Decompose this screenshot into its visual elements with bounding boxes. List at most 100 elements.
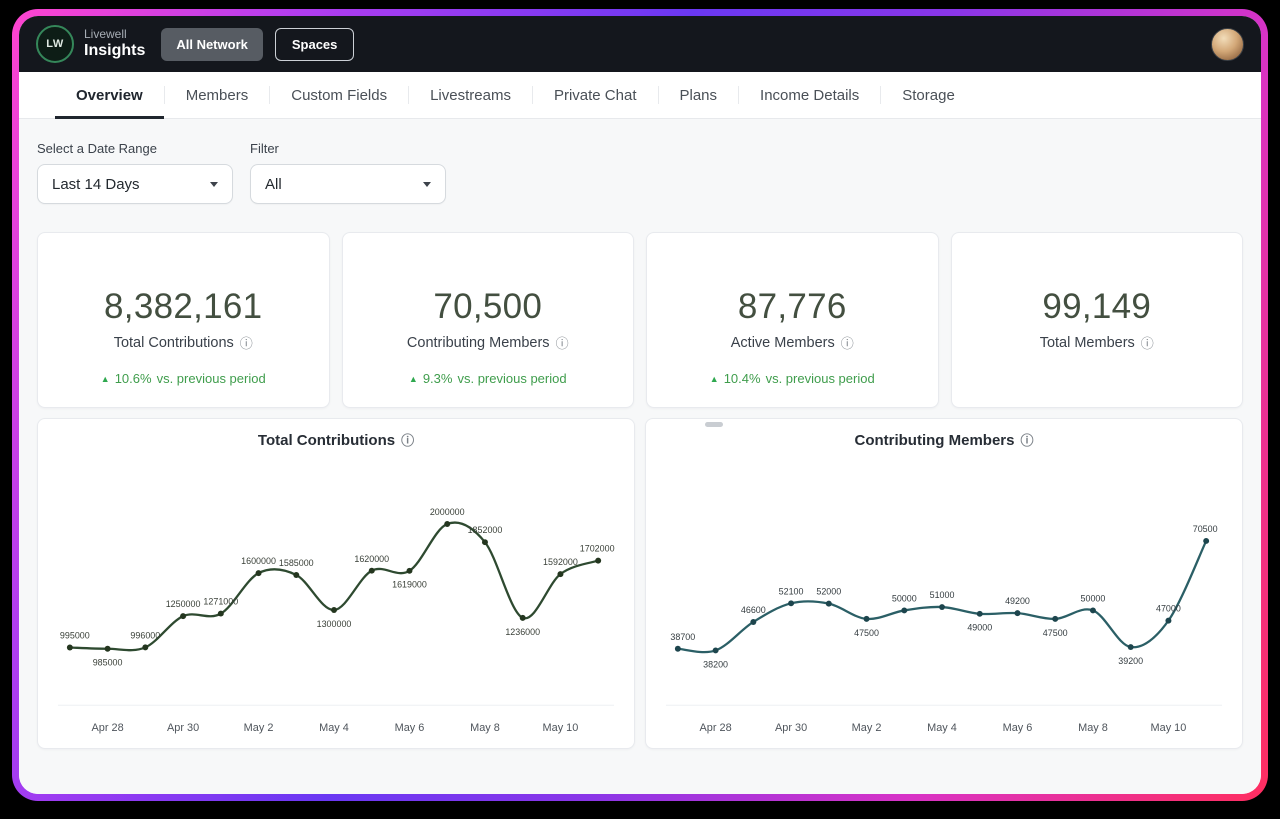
all-network-button[interactable]: All Network — [161, 27, 263, 61]
up-arrow-icon: ▲ — [709, 373, 719, 384]
info-icon[interactable]: ⓘ — [841, 337, 854, 350]
svg-text:2000000: 2000000 — [430, 507, 465, 517]
svg-text:May 4: May 4 — [319, 722, 349, 734]
svg-text:May 4: May 4 — [927, 722, 957, 734]
svg-text:1271000: 1271000 — [203, 597, 238, 607]
svg-text:May 2: May 2 — [244, 722, 274, 734]
chart-title: Contributing Members — [854, 432, 1015, 449]
svg-text:70500: 70500 — [1193, 524, 1218, 534]
svg-text:51000: 51000 — [930, 590, 955, 600]
line-chart-total-contributions: 995000 985000 996000 1250000 1271000 1600000 1… — [57, 507, 615, 734]
info-icon[interactable]: ⓘ — [1141, 337, 1154, 350]
svg-text:May 8: May 8 — [1078, 722, 1108, 734]
stat-change: ▲ 10.6% vs. previous period — [101, 371, 266, 386]
svg-text:50000: 50000 — [892, 594, 917, 604]
stat-value: 8,382,161 — [104, 287, 263, 326]
brand-name: Livewell — [84, 26, 127, 41]
svg-text:1236000: 1236000 — [505, 627, 540, 637]
svg-text:39200: 39200 — [1118, 656, 1143, 666]
charts-row: Total Contributions ⓘ 995000 985000 996000… — [37, 418, 1243, 749]
date-range-value: Last 14 Days — [52, 175, 140, 193]
svg-text:985000: 985000 — [93, 658, 123, 668]
stat-change-pct: 10.4% — [723, 371, 761, 386]
scrollbar-thumb[interactable] — [705, 422, 723, 427]
svg-text:May 10: May 10 — [1151, 722, 1187, 734]
date-range-group: Select a Date Range Last 14 Days — [37, 141, 233, 204]
chevron-down-icon — [210, 181, 218, 187]
svg-text:995000: 995000 — [60, 631, 90, 641]
brand: Livewell Insights — [84, 26, 146, 60]
info-icon[interactable]: ⓘ — [1020, 434, 1033, 447]
svg-text:Apr 28: Apr 28 — [700, 722, 732, 734]
svg-text:1600000: 1600000 — [241, 556, 276, 566]
info-icon[interactable]: ⓘ — [240, 337, 253, 350]
svg-text:38700: 38700 — [670, 632, 695, 642]
stat-value: 99,149 — [1042, 287, 1152, 326]
tab-income-details[interactable]: Income Details — [739, 72, 880, 118]
svg-text:49200: 49200 — [1005, 596, 1030, 606]
stat-change-pct: 10.6% — [114, 371, 152, 386]
brand-logo-icon: LW — [36, 25, 74, 63]
stat-label: Contributing Members — [406, 335, 550, 351]
window-frame: LW Livewell Insights All Network Spaces … — [12, 9, 1268, 801]
info-icon[interactable]: ⓘ — [556, 337, 569, 350]
svg-text:Apr 30: Apr 30 — [775, 722, 807, 734]
tab-livestreams[interactable]: Livestreams — [409, 72, 532, 118]
stat-card-total-contributions: 8,382,161 Total Contributions ⓘ ▲ 10.6% … — [37, 232, 330, 408]
avatar[interactable] — [1211, 27, 1244, 61]
svg-text:47500: 47500 — [854, 628, 879, 638]
up-arrow-icon: ▲ — [100, 373, 110, 384]
svg-text:1300000: 1300000 — [317, 619, 352, 629]
svg-text:46600: 46600 — [741, 605, 766, 615]
svg-text:1620000: 1620000 — [354, 554, 389, 564]
stat-change: ▲ 9.3% vs. previous period — [409, 371, 567, 386]
tab-private-chat[interactable]: Private Chat — [533, 72, 658, 118]
tab-custom-fields[interactable]: Custom Fields — [270, 72, 408, 118]
line-chart-contributing-members: 38700 38200 46600 52100 52000 47500 50000 51000… — [665, 524, 1223, 734]
stat-value: 87,776 — [737, 287, 847, 326]
tab-bar: Overview Members Custom Fields Livestrea… — [19, 72, 1261, 119]
tab-overview[interactable]: Overview — [55, 72, 164, 119]
main-content: Select a Date Range Last 14 Days Filter … — [19, 119, 1261, 794]
svg-text:May 2: May 2 — [852, 722, 882, 734]
svg-text:1619000: 1619000 — [392, 580, 427, 590]
filter-group: Filter All — [250, 141, 446, 204]
stat-card-contributing-members: 70,500 Contributing Members ⓘ ▲ 9.3% vs.… — [341, 232, 634, 408]
filter-select[interactable]: All — [250, 164, 446, 204]
svg-text:1592000: 1592000 — [543, 557, 578, 567]
stat-label: Active Members — [730, 335, 835, 351]
svg-text:996000: 996000 — [130, 630, 160, 640]
svg-text:38200: 38200 — [703, 659, 728, 669]
tab-members[interactable]: Members — [165, 72, 270, 118]
stat-label: Total Contributions — [113, 335, 234, 351]
filter-value: All — [265, 175, 282, 193]
stat-card-active-members: 87,776 Active Members ⓘ ▲ 10.4% vs. prev… — [646, 232, 939, 408]
svg-text:47000: 47000 — [1156, 604, 1181, 614]
stat-change: ▲ 10.4% vs. previous period — [710, 371, 875, 386]
svg-text:May 8: May 8 — [470, 722, 500, 734]
stat-change-pct: 9.3% — [422, 371, 453, 386]
tab-storage[interactable]: Storage — [881, 72, 976, 118]
up-arrow-icon: ▲ — [408, 373, 418, 384]
info-icon[interactable]: ⓘ — [401, 434, 414, 447]
svg-text:1852000: 1852000 — [468, 525, 503, 535]
brand-product: Insights — [84, 41, 146, 59]
stat-change-suffix: vs. previous period — [765, 371, 875, 386]
chart-title: Total Contributions — [257, 432, 396, 449]
stat-value: 70,500 — [433, 287, 543, 326]
svg-text:52000: 52000 — [816, 587, 841, 597]
spaces-button[interactable]: Spaces — [274, 27, 355, 61]
chart-card-total-contributions: Total Contributions ⓘ 995000 985000 996000… — [37, 418, 635, 749]
svg-text:1250000: 1250000 — [166, 599, 201, 609]
svg-text:Apr 28: Apr 28 — [92, 722, 124, 734]
tab-plans[interactable]: Plans — [659, 72, 739, 118]
filter-label: Filter — [250, 141, 279, 156]
network-switcher: All Network Spaces — [161, 27, 355, 61]
svg-text:50000: 50000 — [1081, 594, 1106, 604]
svg-text:1702000: 1702000 — [580, 544, 615, 554]
top-bar: LW Livewell Insights All Network Spaces — [19, 16, 1261, 72]
chart-card-contributing-members: Contributing Members ⓘ 38700 38200 46600 52… — [645, 418, 1243, 749]
stat-change-suffix: vs. previous period — [457, 371, 567, 386]
date-range-select[interactable]: Last 14 Days — [37, 164, 233, 204]
svg-text:May 6: May 6 — [395, 722, 425, 734]
